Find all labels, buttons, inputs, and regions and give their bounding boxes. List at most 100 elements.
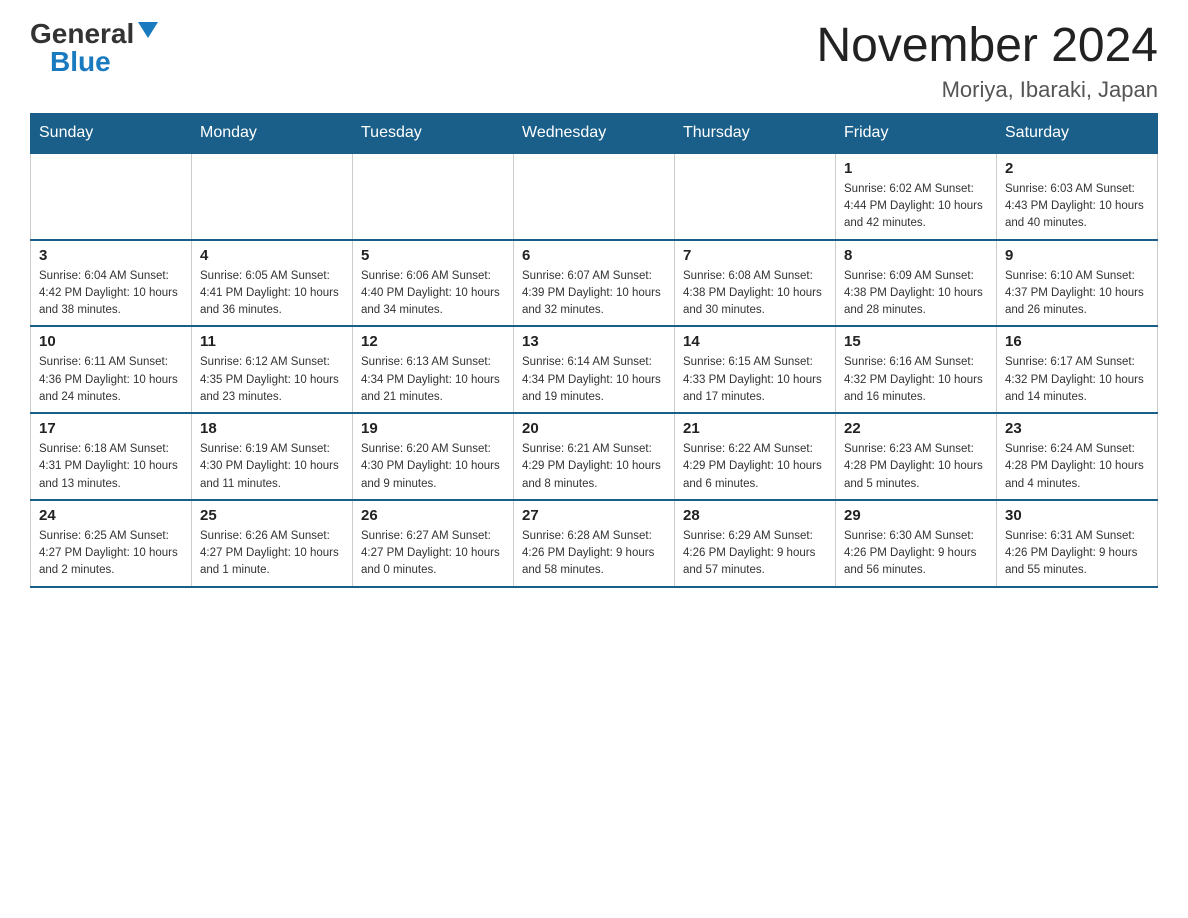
day-number: 26 [361, 507, 505, 524]
table-row: 12 Sunrise: 6:13 AM Sunset: 4:34 PM Dayli… [353, 326, 514, 413]
day-info: Sunrise: 6:30 AM Sunset: 4:26 PM Dayligh… [844, 528, 988, 580]
table-row: 2Sunrise: 6:03 AM Sunset: 4:43 PM Daylig… [997, 153, 1158, 240]
page-header: General Blue November 2024 Moriya, Ibara… [30, 20, 1158, 103]
table-row [353, 153, 514, 240]
logo: General Blue [30, 20, 158, 76]
day-number: 24 [39, 507, 183, 524]
calendar-day-header: Thursday [675, 113, 836, 153]
table-row: 9Sunrise: 6:10 AM Sunset: 4:37 PM Daylig… [997, 240, 1158, 327]
day-info: Sunrise: 6:20 AM Sunset: 4:30 PM Dayligh… [361, 441, 505, 493]
table-row: 22Sunrise: 6:23 AM Sunset: 4:28 PM Dayli… [836, 413, 997, 500]
table-row: 16Sunrise: 6:17 AM Sunset: 4:32 PM Dayli… [997, 326, 1158, 413]
day-info: Sunrise: 6:28 AM Sunset: 4:26 PM Dayligh… [522, 528, 666, 580]
table-row: 3 Sunrise: 6:04 AM Sunset: 4:42 PM Daylig… [31, 240, 192, 327]
logo-triangle-icon [138, 22, 158, 38]
day-number: 11 [200, 333, 344, 350]
calendar-week-row: 24 Sunrise: 6:25 AM Sunset: 4:27 PM Dayli… [31, 500, 1158, 587]
table-row [31, 153, 192, 240]
table-row: 1 Sunrise: 6:02 AM Sunset: 4:44 PM Daylig… [836, 153, 997, 240]
calendar-header-row: SundayMondayTuesdayWednesdayThursdayFrid… [31, 113, 1158, 153]
table-row: 30 Sunrise: 6:31 AM Sunset: 4:26 PM Dayli… [997, 500, 1158, 587]
table-row: 29Sunrise: 6:30 AM Sunset: 4:26 PM Dayli… [836, 500, 997, 587]
day-info: Sunrise: 6:31 AM Sunset: 4:26 PM Dayligh… [1005, 528, 1149, 580]
day-info: Sunrise: 6:02 AM Sunset: 4:44 PM Dayligh… [844, 181, 988, 233]
day-info: Sunrise: 6:05 AM Sunset: 4:41 PM Dayligh… [200, 268, 344, 320]
day-info: Sunrise: 6:24 AM Sunset: 4:28 PM Dayligh… [1005, 441, 1149, 493]
logo-general-text: General [30, 20, 134, 48]
calendar-week-row: 1 Sunrise: 6:02 AM Sunset: 4:44 PM Daylig… [31, 153, 1158, 240]
table-row: 4 Sunrise: 6:05 AM Sunset: 4:41 PM Daylig… [192, 240, 353, 327]
day-number: 8 [844, 247, 988, 264]
calendar-table: SundayMondayTuesdayWednesdayThursdayFrid… [30, 113, 1158, 588]
day-info: Sunrise: 6:19 AM Sunset: 4:30 PM Dayligh… [200, 441, 344, 493]
day-info: Sunrise: 6:09 AM Sunset: 4:38 PM Dayligh… [844, 268, 988, 320]
day-info: Sunrise: 6:15 AM Sunset: 4:33 PM Dayligh… [683, 354, 827, 406]
day-number: 23 [1005, 420, 1149, 437]
table-row: 8 Sunrise: 6:09 AM Sunset: 4:38 PM Daylig… [836, 240, 997, 327]
day-number: 20 [522, 420, 666, 437]
table-row: 26 Sunrise: 6:27 AM Sunset: 4:27 PM Dayli… [353, 500, 514, 587]
day-number: 27 [522, 507, 666, 524]
day-number: 18 [200, 420, 344, 437]
table-row [514, 153, 675, 240]
table-row: 28Sunrise: 6:29 AM Sunset: 4:26 PM Dayli… [675, 500, 836, 587]
day-info: Sunrise: 6:14 AM Sunset: 4:34 PM Dayligh… [522, 354, 666, 406]
table-row: 6 Sunrise: 6:07 AM Sunset: 4:39 PM Daylig… [514, 240, 675, 327]
table-row: 25Sunrise: 6:26 AM Sunset: 4:27 PM Dayli… [192, 500, 353, 587]
day-info: Sunrise: 6:08 AM Sunset: 4:38 PM Dayligh… [683, 268, 827, 320]
table-row: 10 Sunrise: 6:11 AM Sunset: 4:36 PM Dayli… [31, 326, 192, 413]
day-number: 7 [683, 247, 827, 264]
day-number: 13 [522, 333, 666, 350]
table-row: 15Sunrise: 6:16 AM Sunset: 4:32 PM Dayli… [836, 326, 997, 413]
day-number: 12 [361, 333, 505, 350]
table-row: 11 Sunrise: 6:12 AM Sunset: 4:35 PM Dayli… [192, 326, 353, 413]
day-number: 3 [39, 247, 183, 264]
table-row: 27 Sunrise: 6:28 AM Sunset: 4:26 PM Dayli… [514, 500, 675, 587]
month-title: November 2024 [816, 20, 1158, 73]
calendar-day-header: Saturday [997, 113, 1158, 153]
calendar-day-header: Monday [192, 113, 353, 153]
table-row [675, 153, 836, 240]
day-info: Sunrise: 6:07 AM Sunset: 4:39 PM Dayligh… [522, 268, 666, 320]
day-number: 21 [683, 420, 827, 437]
day-info: Sunrise: 6:26 AM Sunset: 4:27 PM Dayligh… [200, 528, 344, 580]
day-number: 6 [522, 247, 666, 264]
day-info: Sunrise: 6:18 AM Sunset: 4:31 PM Dayligh… [39, 441, 183, 493]
day-number: 1 [844, 160, 988, 177]
day-info: Sunrise: 6:03 AM Sunset: 4:43 PM Dayligh… [1005, 181, 1149, 233]
day-number: 5 [361, 247, 505, 264]
day-number: 30 [1005, 507, 1149, 524]
location-text: Moriya, Ibaraki, Japan [816, 77, 1158, 103]
table-row: 17Sunrise: 6:18 AM Sunset: 4:31 PM Dayli… [31, 413, 192, 500]
day-info: Sunrise: 6:23 AM Sunset: 4:28 PM Dayligh… [844, 441, 988, 493]
day-info: Sunrise: 6:29 AM Sunset: 4:26 PM Dayligh… [683, 528, 827, 580]
table-row: 13 Sunrise: 6:14 AM Sunset: 4:34 PM Dayli… [514, 326, 675, 413]
day-info: Sunrise: 6:16 AM Sunset: 4:32 PM Dayligh… [844, 354, 988, 406]
day-info: Sunrise: 6:13 AM Sunset: 4:34 PM Dayligh… [361, 354, 505, 406]
calendar-week-row: 17Sunrise: 6:18 AM Sunset: 4:31 PM Dayli… [31, 413, 1158, 500]
day-info: Sunrise: 6:22 AM Sunset: 4:29 PM Dayligh… [683, 441, 827, 493]
day-number: 10 [39, 333, 183, 350]
day-number: 16 [1005, 333, 1149, 350]
table-row: 19 Sunrise: 6:20 AM Sunset: 4:30 PM Dayli… [353, 413, 514, 500]
logo-blue-text: Blue [50, 46, 111, 77]
calendar-day-header: Friday [836, 113, 997, 153]
day-number: 9 [1005, 247, 1149, 264]
day-info: Sunrise: 6:06 AM Sunset: 4:40 PM Dayligh… [361, 268, 505, 320]
table-row [192, 153, 353, 240]
day-number: 19 [361, 420, 505, 437]
calendar-day-header: Wednesday [514, 113, 675, 153]
day-number: 14 [683, 333, 827, 350]
day-info: Sunrise: 6:25 AM Sunset: 4:27 PM Dayligh… [39, 528, 183, 580]
table-row: 24 Sunrise: 6:25 AM Sunset: 4:27 PM Dayli… [31, 500, 192, 587]
day-info: Sunrise: 6:04 AM Sunset: 4:42 PM Dayligh… [39, 268, 183, 320]
day-info: Sunrise: 6:27 AM Sunset: 4:27 PM Dayligh… [361, 528, 505, 580]
calendar-week-row: 3 Sunrise: 6:04 AM Sunset: 4:42 PM Daylig… [31, 240, 1158, 327]
table-row: 7 Sunrise: 6:08 AM Sunset: 4:38 PM Daylig… [675, 240, 836, 327]
day-number: 4 [200, 247, 344, 264]
table-row: 20Sunrise: 6:21 AM Sunset: 4:29 PM Dayli… [514, 413, 675, 500]
day-info: Sunrise: 6:11 AM Sunset: 4:36 PM Dayligh… [39, 354, 183, 406]
table-row: 18 Sunrise: 6:19 AM Sunset: 4:30 PM Dayli… [192, 413, 353, 500]
title-section: November 2024 Moriya, Ibaraki, Japan [816, 20, 1158, 103]
day-info: Sunrise: 6:12 AM Sunset: 4:35 PM Dayligh… [200, 354, 344, 406]
